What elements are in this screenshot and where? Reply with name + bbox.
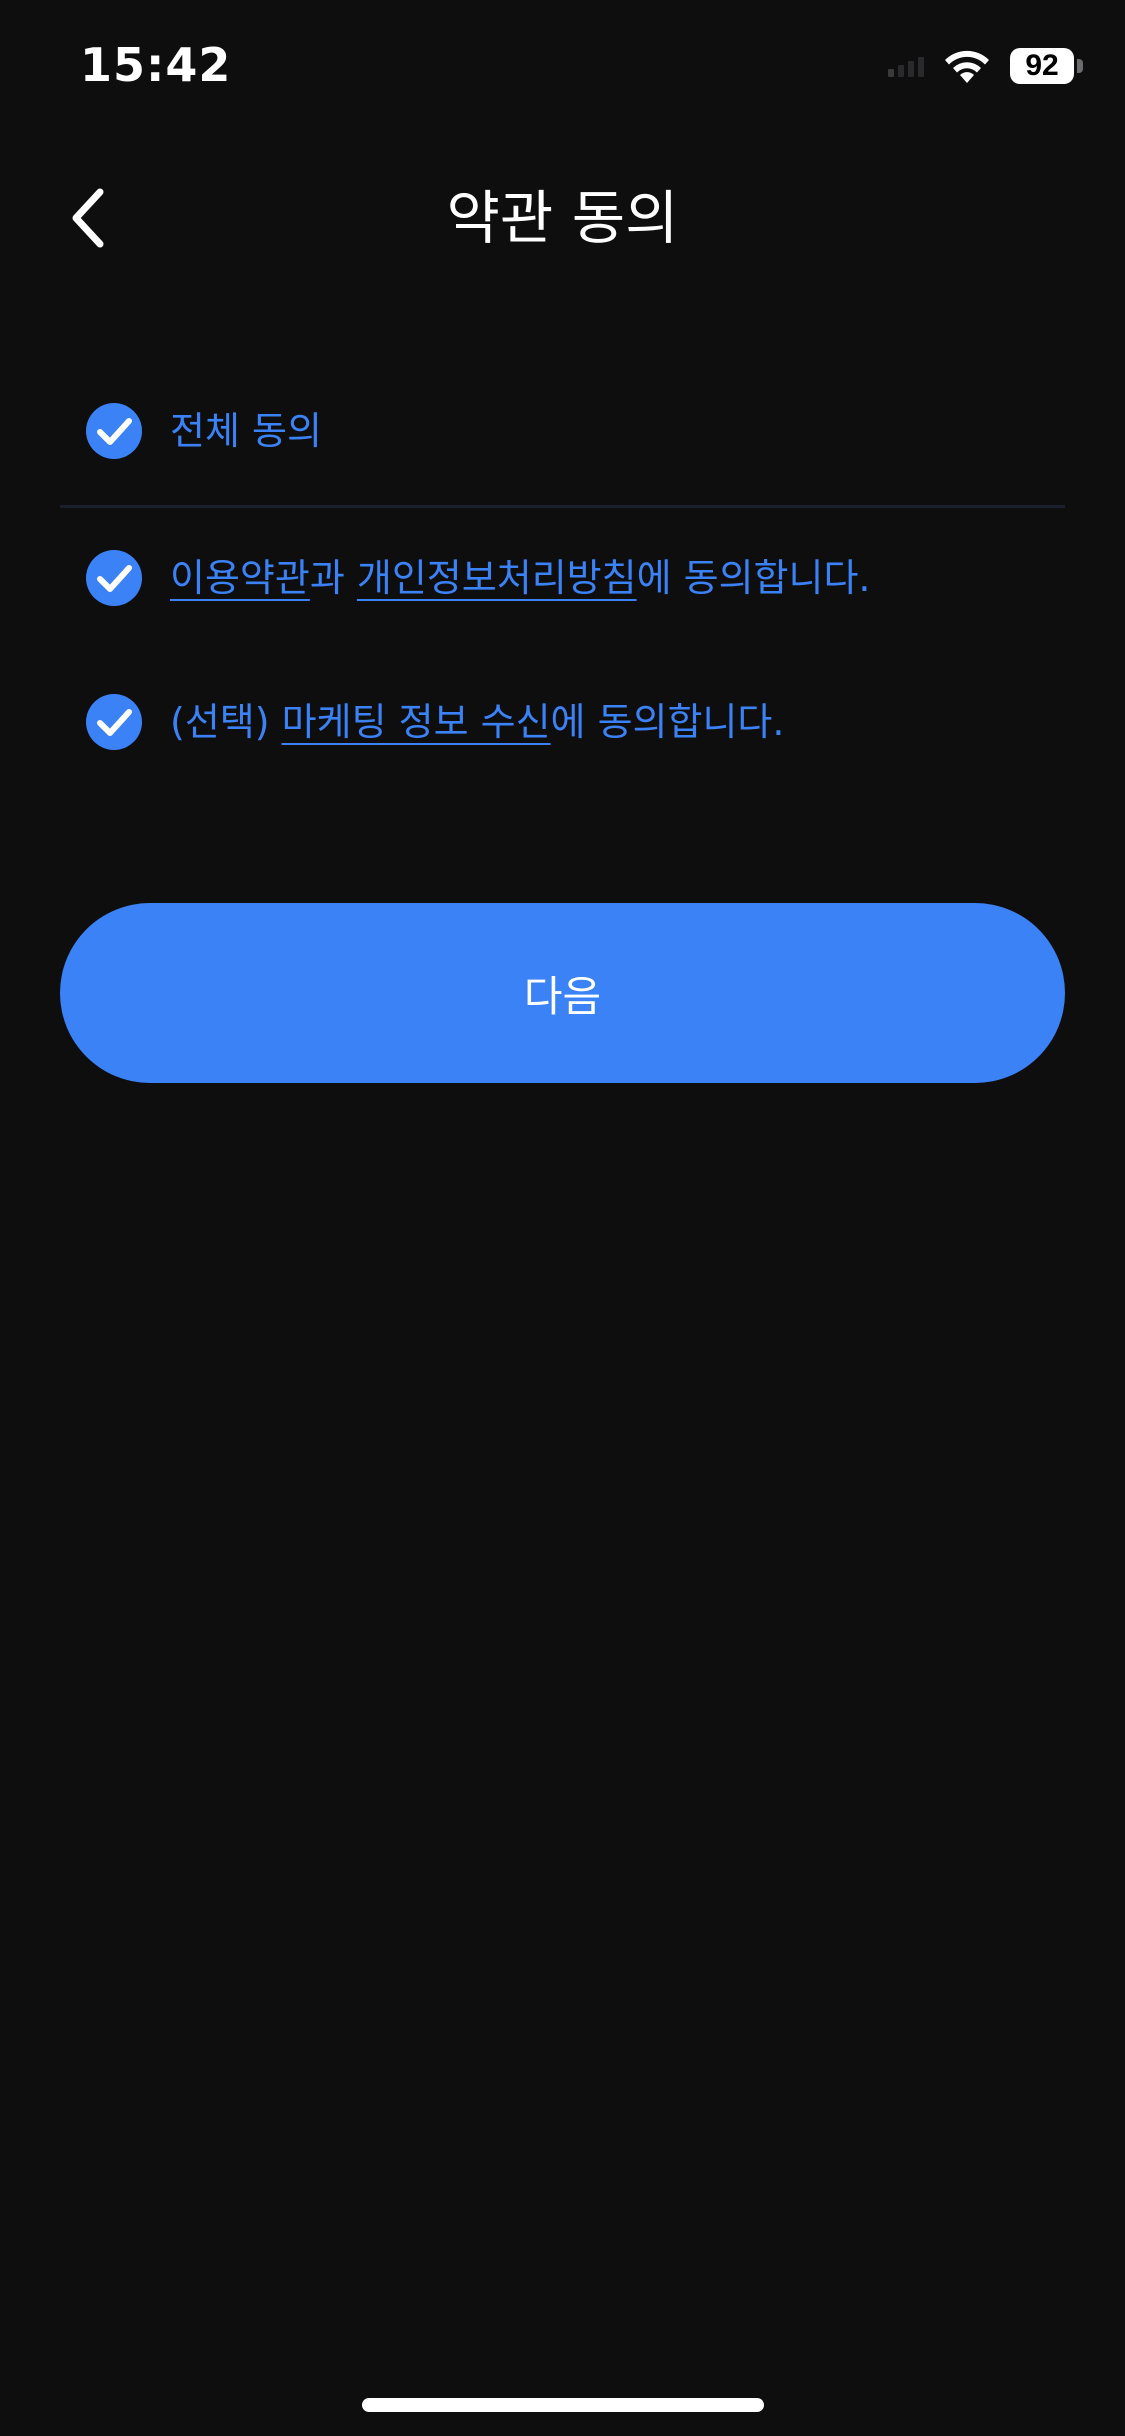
next-button[interactable]: 다음 — [60, 903, 1065, 1083]
agree-marketing-row[interactable]: (선택) 마케팅 정보 수신에 동의합니다. — [86, 692, 784, 752]
marketing-suffix: 에 동의합니다. — [550, 700, 785, 744]
agree-marketing-label: (선택) 마케팅 정보 수신에 동의합니다. — [170, 694, 784, 750]
cellular-signal-icon — [888, 55, 924, 77]
agree-all-label: 전체 동의 — [170, 409, 322, 453]
marketing-prefix: (선택) — [170, 700, 282, 744]
agree-all-row[interactable]: 전체 동의 — [86, 401, 322, 461]
privacy-policy-link[interactable]: 개인정보처리방침 — [357, 556, 637, 600]
battery-icon: 92 — [1010, 48, 1083, 84]
status-bar: 15:42 92 — [0, 0, 1125, 140]
terms-connector: 과 — [309, 556, 357, 600]
check-circle-icon[interactable] — [86, 694, 142, 750]
terms-suffix: 에 동의합니다. — [636, 556, 871, 600]
status-indicators: 92 — [888, 46, 1083, 86]
terms-agreement-screen: 15:42 92 약관 동의 전체 동의 이용약관과 개인정보처리방침에 동의합… — [0, 0, 1125, 2436]
agree-terms-label: 이용약관과 개인정보처리방침에 동의합니다. — [170, 550, 871, 606]
page-title: 약관 동의 — [446, 184, 679, 252]
status-time: 15:42 — [80, 38, 232, 92]
marketing-info-link[interactable]: 마케팅 정보 수신 — [282, 700, 551, 744]
home-indicator — [362, 2398, 764, 2412]
agree-terms-row[interactable]: 이용약관과 개인정보처리방침에 동의합니다. — [86, 548, 871, 608]
check-circle-icon[interactable] — [86, 403, 142, 459]
check-circle-icon[interactable] — [86, 550, 142, 606]
battery-level: 92 — [1010, 48, 1074, 84]
terms-of-service-link[interactable]: 이용약관 — [170, 556, 310, 600]
nav-header: 약관 동의 — [0, 160, 1125, 270]
wifi-icon — [945, 50, 989, 83]
divider — [60, 505, 1065, 508]
